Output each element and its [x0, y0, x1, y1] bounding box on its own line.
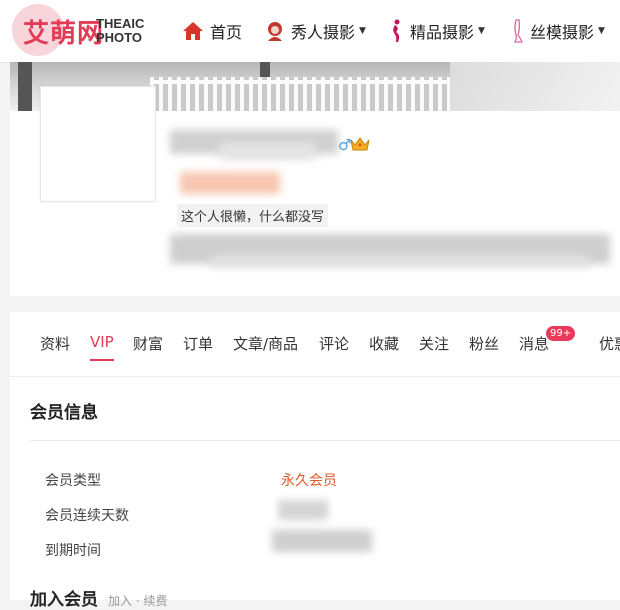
tab-wealth[interactable]: 财富	[133, 333, 163, 363]
nav-simo-label: 丝模摄影	[530, 23, 595, 42]
tab-articles[interactable]: 文章/商品	[233, 333, 298, 363]
logo-cn-text: 艾萌网	[23, 19, 105, 49]
user-bio: 这个人很懒，什么都没写	[177, 204, 329, 227]
logo-en-line2: PHOTO	[96, 30, 142, 45]
nav-xiuren-label: 秀人摄影	[291, 23, 356, 42]
banner-tree	[18, 62, 32, 111]
chevron-down-icon: ▼	[359, 26, 366, 36]
member-days-redacted	[278, 500, 328, 520]
avatar[interactable]	[40, 86, 156, 202]
nav-jingpin[interactable]: 精品摄影 ▼	[390, 17, 485, 45]
tab-fans[interactable]: 粉丝	[469, 333, 499, 363]
tab-favorites[interactable]: 收藏	[369, 333, 399, 363]
profile-card: ♂ 这个人很懒，什么都没写	[10, 62, 620, 296]
user-info-redacted	[210, 255, 590, 267]
tab-coupons[interactable]: 优惠	[599, 333, 620, 363]
woman-silhouette-icon	[390, 19, 404, 43]
nav-home[interactable]: 首页	[182, 17, 242, 45]
top-navigation: 艾萌网 THEAIC PHOTO 首页 秀人摄影 ▼ 精品摄影 ▼ 丝模摄影 ▼	[0, 0, 620, 63]
user-center-panel: 资料 VIP 财富 订单 文章/商品 评论 收藏 关注 粉丝 消息 99+ 优惠…	[10, 312, 620, 610]
banner-snow	[450, 62, 620, 111]
expire-date-redacted	[272, 530, 372, 552]
user-tabs: 资料 VIP 财富 订单 文章/商品 评论 收藏 关注 粉丝 消息 99+ 优惠	[10, 312, 620, 377]
nav-jingpin-label: 精品摄影	[410, 23, 475, 42]
logo-en-text: THEAIC PHOTO	[96, 17, 144, 45]
member-type-label: 会员类型	[45, 473, 101, 489]
site-logo[interactable]: 艾萌网 THEAIC PHOTO	[10, 4, 158, 56]
member-days-label: 会员连续天数	[45, 508, 129, 524]
join-member-subtitle: 加入 · 续费	[108, 594, 168, 608]
home-icon	[182, 21, 204, 41]
chevron-down-icon: ▼	[478, 26, 485, 36]
username-redacted	[220, 142, 315, 160]
tab-vip[interactable]: VIP	[90, 333, 114, 363]
nav-home-label: 首页	[210, 23, 243, 42]
logo-en-line1: THEAIC	[96, 16, 145, 31]
tab-profile[interactable]: 资料	[40, 333, 70, 363]
tab-messages[interactable]: 消息	[519, 333, 549, 363]
banner-fence-rail	[150, 80, 450, 84]
tab-vip-label: VIP	[90, 333, 114, 351]
tab-comments[interactable]: 评论	[319, 333, 349, 363]
member-info-title: 会员信息	[30, 403, 98, 423]
stocking-leg-icon	[510, 19, 524, 43]
nav-xiuren[interactable]: 秀人摄影 ▼	[265, 17, 366, 45]
chevron-down-icon: ▼	[598, 26, 605, 36]
join-member-title: 加入会员	[30, 590, 98, 610]
user-level-redacted	[180, 172, 280, 194]
member-type-value: 永久会员	[281, 473, 337, 489]
expire-date-label: 到期时间	[45, 543, 101, 559]
active-tab-underline	[90, 359, 114, 361]
section-divider	[30, 440, 620, 441]
tab-orders[interactable]: 订单	[183, 333, 213, 363]
nav-simo[interactable]: 丝模摄影 ▼	[510, 17, 605, 45]
tab-following[interactable]: 关注	[419, 333, 449, 363]
message-count-badge: 99+	[546, 326, 576, 341]
woman-portrait-icon	[265, 20, 285, 42]
crown-icon	[350, 136, 370, 156]
